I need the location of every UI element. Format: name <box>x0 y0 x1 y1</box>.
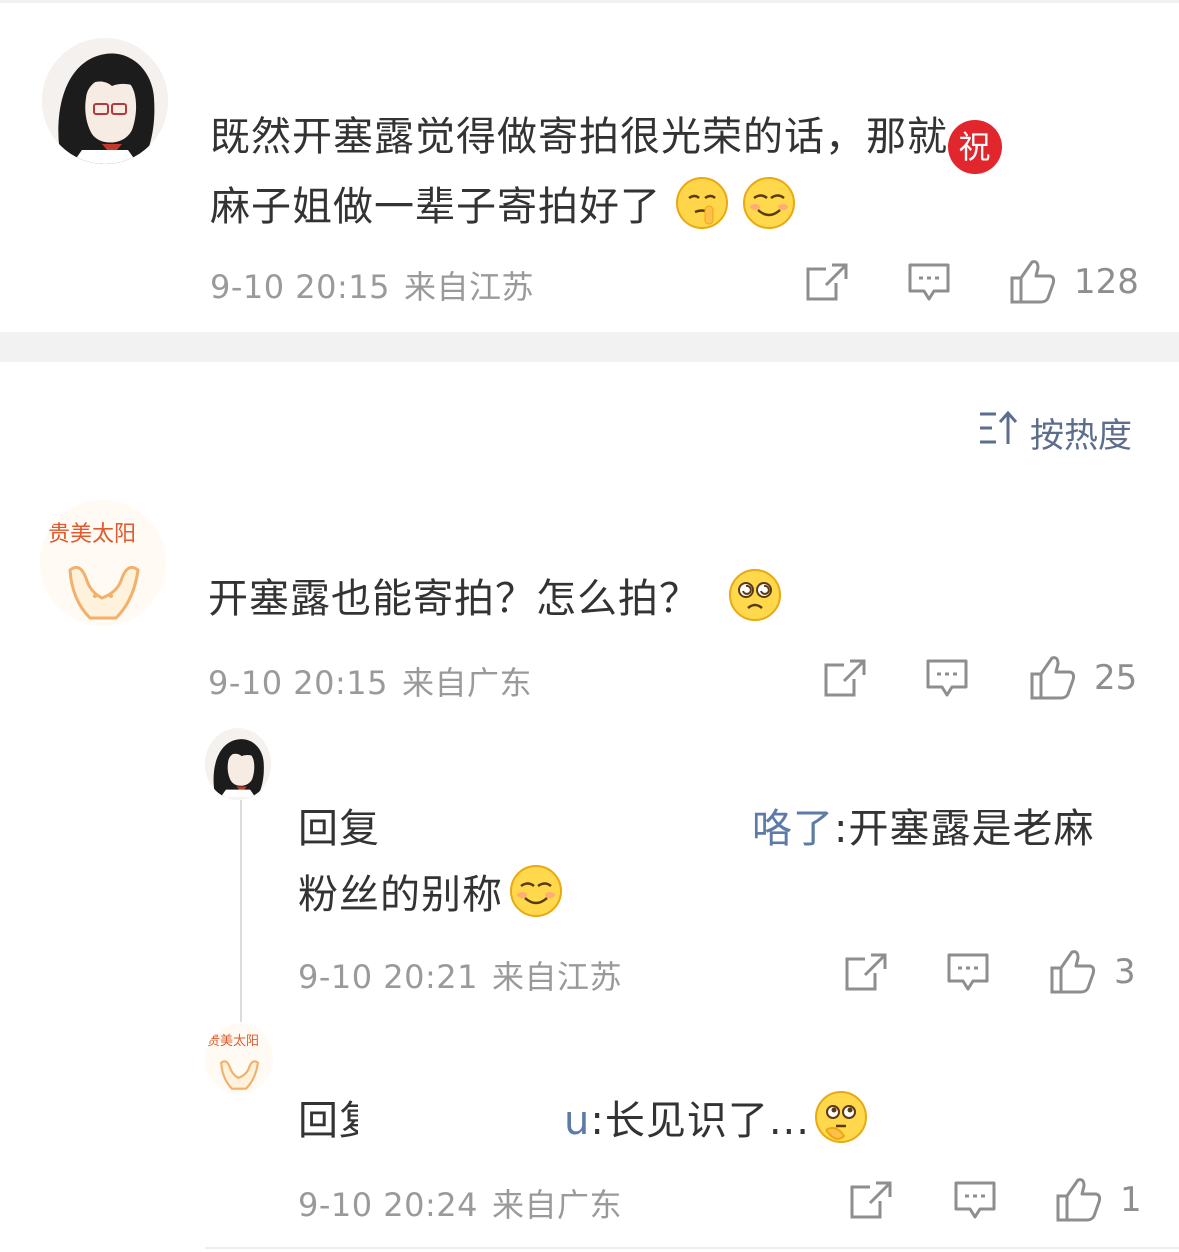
reply-text-part1: :开塞露是老麻 <box>834 806 1095 852</box>
sort-icon[interactable] <box>978 410 1018 450</box>
reply-avatar[interactable]: 贵美太阳 <box>205 1024 273 1094</box>
comment-location: 来自广东 <box>402 664 533 702</box>
like-count: 25 <box>1094 658 1138 698</box>
reply-location: 来自广东 <box>492 1186 623 1224</box>
comment-text-line2: 麻子姐做一辈子寄拍好了 <box>210 184 661 230</box>
comment-time: 9-10 20:15 <box>208 664 389 702</box>
avatar-caption: 贵美太阳 <box>48 522 137 547</box>
reply-meta: 9-10 20:24 来自广东 <box>298 1180 622 1226</box>
reply-mention[interactable]: u <box>564 1098 590 1144</box>
reply-text-part2: 粉丝的别称 <box>298 872 503 918</box>
reply-meta: 9-10 20:21 来自江苏 <box>298 952 622 998</box>
smirk-emoji-icon <box>742 176 796 230</box>
comment-text-body: 开塞露也能寄拍？怎么拍？ <box>208 576 700 622</box>
bottom-divider <box>205 1247 1179 1249</box>
smirk-emoji-icon <box>509 864 563 918</box>
comment-icon[interactable] <box>926 659 968 699</box>
like-icon[interactable] <box>1010 258 1056 304</box>
like-icon[interactable] <box>1056 1176 1102 1222</box>
comment-text-line1: 既然开塞露觉得做寄拍很光荣的话，那就 <box>210 114 948 160</box>
like-count: 1 <box>1120 1180 1142 1220</box>
share-icon[interactable] <box>850 1181 892 1219</box>
anime-girl-avatar-icon <box>205 731 271 797</box>
comment-meta: 9-10 20:15 来自广东 <box>208 658 532 704</box>
reply-thread-line <box>240 800 242 1022</box>
dizzy-eyes-emoji-icon <box>728 568 782 622</box>
reply-time: 9-10 20:24 <box>298 1186 479 1224</box>
like-icon[interactable] <box>1030 654 1076 700</box>
sort-label: 按热度 <box>1030 416 1132 456</box>
congrats-badge-icon: 祝 <box>948 120 1002 174</box>
reply-mention[interactable]: 咯了 <box>752 806 834 852</box>
shush-emoji-icon <box>675 176 729 230</box>
reply-text-body: :长见识了... <box>590 1098 810 1144</box>
reply-text: 回复 u:长见识了... <box>298 1088 1138 1154</box>
section-divider <box>0 332 1179 362</box>
comment-location: 来自江苏 <box>404 268 535 306</box>
share-icon[interactable] <box>806 263 848 301</box>
sort-button[interactable]: 按热度 <box>1030 408 1132 457</box>
top-divider <box>0 0 1179 3</box>
comment-text: 开塞露也能寄拍？怎么拍？ <box>208 566 782 632</box>
comment-icon[interactable] <box>908 263 950 303</box>
reply-time: 9-10 20:21 <box>298 958 479 996</box>
comment-meta: 9-10 20:15 来自江苏 <box>210 262 534 308</box>
like-icon[interactable] <box>1050 948 1096 994</box>
anime-girl-avatar-icon <box>42 38 168 164</box>
user-avatar[interactable]: 贵美太阳 <box>40 500 166 626</box>
share-icon[interactable] <box>845 953 887 991</box>
comment-text: 既然开塞露觉得做寄拍很光荣的话，那就祝 麻子姐做一辈子寄拍好了 <box>210 104 1110 240</box>
reply-avatar[interactable] <box>205 728 271 800</box>
avatar-caption: 贵美太阳 <box>207 1034 260 1049</box>
reply-location: 来自江苏 <box>492 958 623 996</box>
comment-time: 9-10 20:15 <box>210 268 391 306</box>
reply-text: 回复 咯了:开塞露是老麻 粉丝的别称 <box>298 796 1138 928</box>
thinking-emoji-icon <box>814 1090 868 1144</box>
reply-prefix: 回复 <box>298 1098 358 1144</box>
like-count: 128 <box>1074 262 1139 302</box>
user-avatar[interactable] <box>42 38 168 164</box>
reply-prefix: 回复 <box>298 806 380 852</box>
share-icon[interactable] <box>824 659 866 697</box>
comment-icon[interactable] <box>954 1181 996 1221</box>
like-count: 3 <box>1114 952 1136 992</box>
comment-icon[interactable] <box>947 953 989 993</box>
